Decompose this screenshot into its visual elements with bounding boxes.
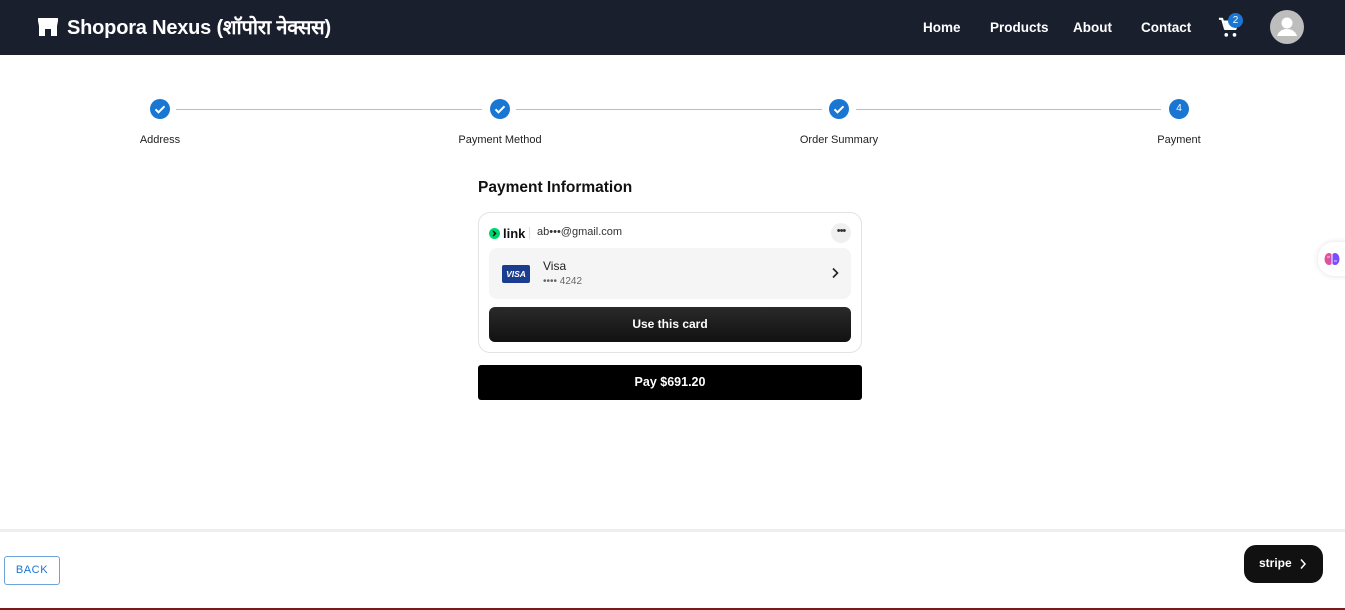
link-wordmark: link bbox=[503, 226, 526, 241]
step-order-summary-check-icon bbox=[829, 99, 849, 119]
step-label-address: Address bbox=[139, 134, 181, 146]
store-icon bbox=[38, 17, 58, 36]
link-logo: link bbox=[489, 226, 525, 241]
nav-products[interactable]: Products bbox=[990, 20, 1049, 35]
card-brand-name: Visa bbox=[543, 259, 567, 273]
pay-button[interactable]: Pay $691.20 bbox=[478, 365, 862, 400]
step-label-order-summary: Order Summary bbox=[799, 134, 879, 146]
step-payment-number: 4 bbox=[1169, 99, 1189, 119]
link-payment-card: link ab•••@gmail.com ••• VISA Visa •••• … bbox=[478, 212, 862, 353]
step-label-payment: Payment bbox=[1157, 134, 1201, 146]
step-address-check-icon bbox=[150, 99, 170, 119]
step-connector bbox=[516, 109, 822, 110]
link-account-email: ab•••@gmail.com bbox=[537, 226, 623, 238]
step-connector bbox=[856, 109, 1161, 110]
nav-about[interactable]: About bbox=[1073, 20, 1112, 35]
link-arrow-icon bbox=[489, 228, 500, 239]
stripe-wordmark: stripe bbox=[1259, 556, 1292, 570]
use-this-card-button[interactable]: Use this card bbox=[489, 307, 851, 342]
stripe-badge-button[interactable]: stripe bbox=[1244, 545, 1323, 583]
user-avatar[interactable] bbox=[1270, 10, 1304, 44]
brand-name: Shopora Nexus (शॉपोरा नेक्सस) bbox=[67, 17, 331, 39]
divider bbox=[529, 227, 530, 239]
saved-card-row[interactable]: VISA Visa •••• 4242 bbox=[489, 248, 851, 299]
card-last-four: •••• 4242 bbox=[543, 276, 583, 287]
step-label-payment-method: Payment Method bbox=[458, 134, 542, 146]
step-connector bbox=[176, 109, 482, 110]
top-navbar: Shopora Nexus (शॉपोरा नेक्सस) Home Produ… bbox=[0, 0, 1345, 55]
step-payment-method-check-icon bbox=[490, 99, 510, 119]
back-button[interactable]: BACK bbox=[4, 556, 60, 585]
brain-icon bbox=[1324, 253, 1340, 265]
nav-home[interactable]: Home bbox=[923, 20, 961, 35]
chevron-right-icon bbox=[1300, 559, 1307, 569]
nav-contact[interactable]: Contact bbox=[1141, 20, 1191, 35]
brand-logo[interactable]: Shopora Nexus (शॉपोरा नेक्सस) bbox=[36, 13, 331, 40]
visa-logo-icon: VISA bbox=[502, 265, 530, 283]
assistant-widget-button[interactable] bbox=[1318, 242, 1345, 276]
more-options-icon[interactable]: ••• bbox=[831, 223, 851, 243]
cart-count-badge: 2 bbox=[1228, 13, 1243, 28]
person-icon bbox=[1277, 17, 1297, 36]
chevron-right-icon bbox=[832, 267, 839, 279]
footer-divider bbox=[0, 529, 1345, 532]
payment-information-title: Payment Information bbox=[478, 179, 633, 196]
